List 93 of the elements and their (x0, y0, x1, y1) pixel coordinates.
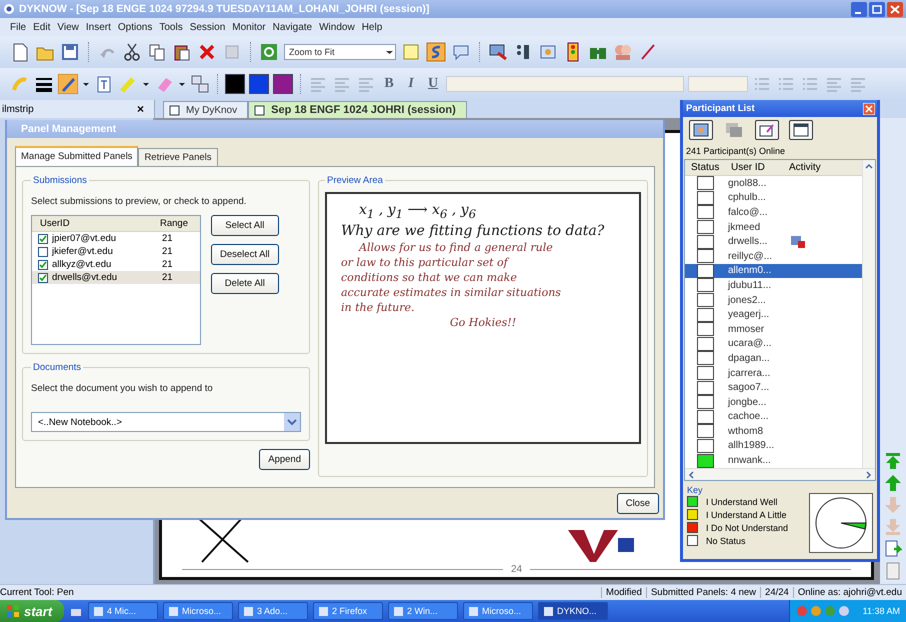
submissions-group: Submissions Select submissions to preview, or check to append. UserID Range jpier07@vt.edu 21 jkiefer@vt.edu 21 allkyz@vt.edu 21 drwells@vt.edu 21 Select All Deselect All Delete All (22, 175, 310, 354)
close-button[interactable]: Close (616, 492, 659, 514)
legend-label: I Understand A Little (706, 510, 787, 520)
menu-item[interactable]: Help (362, 22, 382, 32)
handwritten-text: Allows for us to find a general rule (359, 240, 553, 254)
document-tab[interactable]: My DyKnov (163, 101, 248, 118)
dialog-title: Panel Management (21, 123, 116, 135)
participant-row[interactable]: dpagan... (685, 351, 862, 366)
preview-group: Preview Area x$_{1}$ , y$_{1}$ ⟶ x$_{6}$ , y$_{6}$ Why are we fitting functions to data? Allows for us to find a general rule or law to this particular set of conditions so that we can make accurate estimates in similar situations in the future. Go Hokies!! (318, 175, 648, 477)
list-row[interactable]: jpier07@vt.edu 21 (32, 232, 200, 245)
list-row[interactable]: allkyz@vt.edu 21 (32, 258, 200, 271)
handwritten-text: in the future. (341, 300, 415, 314)
handwritten-text: accurate estimates in similar situations (341, 286, 561, 299)
participant-row[interactable]: yeagerj... (685, 307, 862, 322)
taskbar-button[interactable]: Microso... (163, 602, 233, 620)
handwritten-text: or law to this particular set of (341, 256, 508, 269)
status-field: 24/24 (760, 587, 793, 598)
column-header: Status (690, 162, 720, 173)
menu-item[interactable]: File (10, 22, 26, 32)
taskbar-button[interactable]: 2 Firefox (313, 602, 383, 620)
instruction-text: Select the document you wish to append to (31, 383, 214, 394)
status-field: Modified (601, 587, 646, 598)
participant-row[interactable]: cphulb... (685, 190, 862, 206)
clock: 11:38 AM (862, 606, 900, 616)
handwritten-text: Go Hokies!! (450, 316, 516, 329)
taskbar-button[interactable]: 3 Ado... (238, 602, 308, 620)
action-button[interactable]: Select All (211, 215, 279, 236)
column-header: Range (159, 218, 188, 229)
legend-label: I Do Not Understand (706, 522, 788, 532)
column-header: Activity (788, 162, 822, 173)
pane-title: ilmstrip (2, 104, 34, 114)
status-field: Online as: ajohri@vt.edu (792, 587, 906, 598)
column-header: UserID (39, 218, 71, 229)
menu-item[interactable]: Window (319, 22, 355, 32)
participant-row[interactable]: falco@... (685, 205, 862, 220)
document-tab[interactable]: Sep 18 ENGF 1024 JOHRI (session) (248, 101, 467, 118)
participant-row[interactable]: jdubu11... (685, 278, 862, 293)
list-row[interactable]: jkiefer@vt.edu 21 (32, 245, 200, 258)
list-row[interactable]: drwells@vt.edu 21 (32, 271, 200, 284)
participant-row[interactable]: jongbe... (685, 394, 862, 410)
append-button[interactable]: Append (259, 449, 310, 470)
handwritten-text: conditions so that we can make (341, 270, 517, 284)
legend-label: I Understand Well (706, 496, 778, 506)
taskbar-button[interactable]: DYKNO... (538, 602, 608, 620)
document-dropdown[interactable]: <..New Notebook..> (31, 412, 301, 432)
participant-row[interactable]: cachoe... (685, 410, 862, 424)
handwritten-text: x$_{1}$ , y$_{1}$ ⟶ x$_{6}$ , y$_{6}$ (359, 202, 476, 221)
taskbar-button[interactable]: 4 Mic... (88, 602, 158, 620)
key-title: Key (687, 485, 704, 495)
participant-row[interactable]: allenm0... (685, 264, 862, 278)
format-button[interactable]: B (380, 76, 398, 92)
menu-item[interactable]: View (57, 22, 79, 32)
window-title: Participant List (686, 103, 755, 114)
menu-item[interactable]: Navigate (272, 22, 312, 32)
participant-row[interactable]: jones2... (685, 292, 862, 308)
legend-label: No Status (706, 536, 746, 546)
dialog-tab[interactable]: Retrieve Panels (138, 148, 218, 166)
taskbar-button[interactable]: Microso... (463, 602, 533, 620)
participant-row[interactable]: reillyc@... (685, 248, 862, 264)
zoom-dropdown[interactable]: Zoom to Fit (284, 44, 396, 60)
window-title: DYKNOW - [Sep 18 ENGE 1024 97294.9 TUESDAY11AM_LOHANI_JOHRI (session)] (19, 3, 430, 15)
menu-item[interactable]: Tools (159, 22, 183, 32)
close-button[interactable]: × (136, 102, 144, 116)
instruction-text: Select submissions to preview, or check to append. (31, 196, 248, 207)
participant-row[interactable]: mmoser (685, 322, 862, 337)
participant-row[interactable]: gnol88... (685, 176, 862, 191)
participant-row[interactable]: drwells... (685, 234, 862, 249)
start-button[interactable]: start (0, 600, 64, 622)
status-text: Current Tool: Pen (0, 587, 75, 598)
page-number: 24 (510, 564, 522, 575)
online-count: 241 Participant(s) Online (685, 145, 786, 158)
menu-item[interactable]: Options (118, 22, 152, 32)
participant-row[interactable]: ucara@... (685, 336, 862, 352)
menu-item[interactable]: Insert (86, 22, 111, 32)
action-button[interactable]: Deselect All (211, 244, 279, 265)
menu-item[interactable]: Monitor (232, 22, 266, 32)
menu-item[interactable]: Edit (33, 22, 50, 32)
column-header: User ID (730, 162, 766, 173)
participant-row[interactable]: nnwank... (685, 453, 862, 468)
dialog-tab[interactable]: Manage Submitted Panels (15, 146, 138, 166)
participant-row[interactable]: allh1989... (685, 438, 862, 454)
action-button[interactable]: Delete All (211, 273, 279, 294)
participant-row[interactable]: jkmeed (685, 220, 862, 234)
participant-row[interactable]: wthom8 (685, 424, 862, 439)
participant-row[interactable]: sagoo7... (685, 380, 862, 395)
participant-row[interactable]: jcarrera... (685, 366, 862, 380)
menu-item[interactable]: Session (190, 22, 226, 32)
documents-group: Documents Select the document you wish to append to <..New Notebook..> (22, 362, 310, 441)
taskbar-button[interactable]: 2 Win... (388, 602, 458, 620)
format-button[interactable]: I (402, 76, 420, 92)
status-field: Submitted Panels: 4 new (646, 587, 760, 598)
format-button[interactable]: U (424, 76, 442, 92)
handwritten-text: Why are we fitting functions to data? (341, 222, 604, 239)
